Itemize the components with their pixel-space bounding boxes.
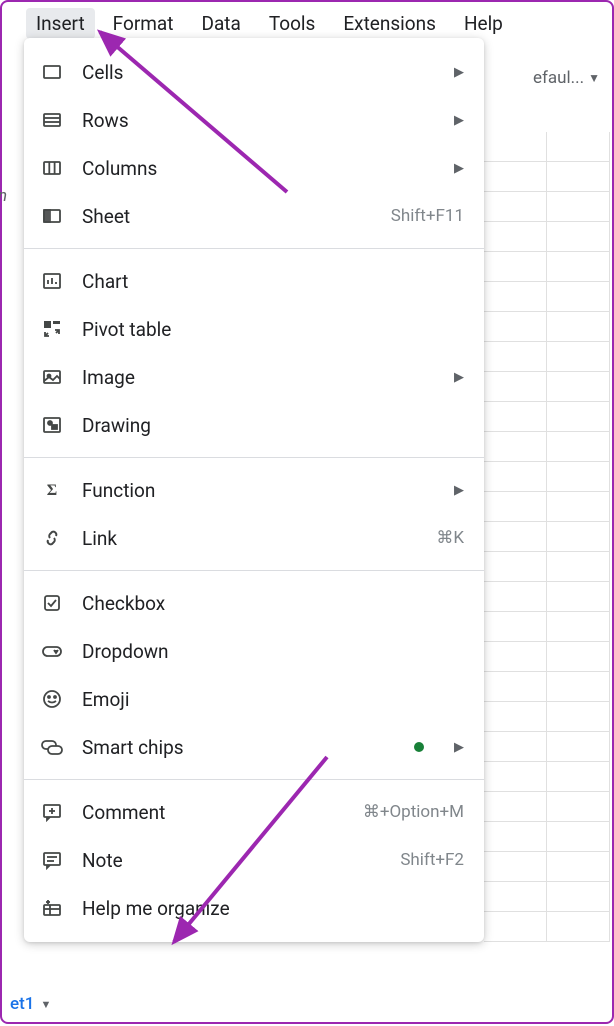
menu-item-dropdown[interactable]: Dropdown — [24, 627, 484, 675]
menu-item-sheet[interactable]: Sheet Shift+F11 — [24, 192, 484, 240]
menu-item-comment[interactable]: Comment ⌘+Option+M — [24, 788, 484, 836]
shortcut-label: ⌘+Option+M — [363, 802, 464, 822]
cells-icon — [40, 60, 64, 84]
menu-format[interactable]: Format — [103, 8, 184, 39]
insert-dropdown-menu: Cells ▶ Rows ▶ Columns ▶ Sheet Shift+F11… — [24, 38, 484, 942]
menu-item-function[interactable]: Σ Function ▶ — [24, 466, 484, 514]
font-name-truncated: efaul... — [533, 68, 584, 88]
chart-icon — [40, 269, 64, 293]
note-icon — [40, 848, 64, 872]
chevron-right-icon: ▶ — [454, 113, 464, 128]
new-badge-dot — [414, 742, 424, 752]
checkbox-icon — [40, 591, 64, 615]
menu-item-link[interactable]: Link ⌘K — [24, 514, 484, 562]
menu-item-smart-chips[interactable]: Smart chips ▶ — [24, 723, 484, 771]
chevron-down-icon: ▼ — [588, 71, 600, 85]
link-icon — [40, 526, 64, 550]
chevron-right-icon: ▶ — [454, 740, 464, 755]
pivot-icon — [40, 317, 64, 341]
divider — [24, 570, 484, 571]
menu-item-drawing[interactable]: Drawing — [24, 401, 484, 449]
menu-item-columns[interactable]: Columns ▶ — [24, 144, 484, 192]
sheet-tab[interactable]: et1 ▼ — [2, 990, 59, 1018]
rows-icon — [40, 108, 64, 132]
menu-item-chart[interactable]: Chart — [24, 257, 484, 305]
menu-tools[interactable]: Tools — [259, 8, 326, 39]
font-selector[interactable]: efaul... ▼ — [533, 68, 600, 88]
columns-icon — [40, 156, 64, 180]
image-icon — [40, 365, 64, 389]
divider — [24, 248, 484, 249]
chevron-right-icon: ▶ — [454, 370, 464, 385]
menu-item-checkbox[interactable]: Checkbox — [24, 579, 484, 627]
shortcut-label: Shift+F11 — [391, 206, 464, 226]
emoji-icon — [40, 687, 64, 711]
sheet-icon — [40, 204, 64, 228]
chevron-down-icon: ▼ — [40, 998, 51, 1011]
organize-icon — [40, 896, 64, 920]
chevron-right-icon: ▶ — [454, 483, 464, 498]
menu-item-image[interactable]: Image ▶ — [24, 353, 484, 401]
menu-extensions[interactable]: Extensions — [333, 8, 446, 39]
divider — [24, 779, 484, 780]
svg-text:Σ: Σ — [47, 482, 57, 499]
menu-item-note[interactable]: Note Shift+F2 — [24, 836, 484, 884]
smartchips-icon — [40, 735, 64, 759]
menu-item-help-me-organize[interactable]: Help me organize — [24, 884, 484, 932]
shortcut-label: ⌘K — [436, 528, 464, 548]
sheet-tab-label: et1 — [10, 994, 34, 1014]
comment-icon — [40, 800, 64, 824]
menu-item-rows[interactable]: Rows ▶ — [24, 96, 484, 144]
shortcut-label: Shift+F2 — [400, 850, 464, 870]
menu-item-emoji[interactable]: Emoji — [24, 675, 484, 723]
chevron-right-icon: ▶ — [454, 161, 464, 176]
divider — [24, 457, 484, 458]
chevron-right-icon: ▶ — [454, 65, 464, 80]
menu-item-cells[interactable]: Cells ▶ — [24, 48, 484, 96]
drawing-icon — [40, 413, 64, 437]
menu-help[interactable]: Help — [454, 8, 513, 39]
function-icon: Σ — [40, 478, 64, 502]
menu-data[interactable]: Data — [191, 8, 250, 39]
menu-insert[interactable]: Insert — [26, 8, 95, 39]
dropdown-icon — [40, 639, 64, 663]
menu-item-pivot-table[interactable]: Pivot table — [24, 305, 484, 353]
row-label-partial: n — [0, 186, 7, 206]
spreadsheet-grid[interactable] — [484, 132, 610, 992]
